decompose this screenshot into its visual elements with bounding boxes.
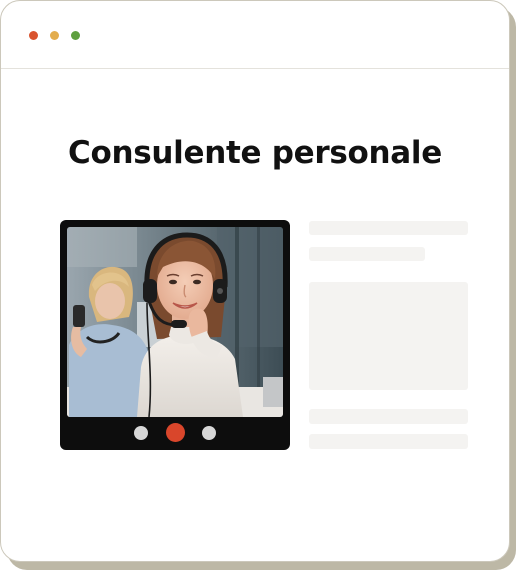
camera-toggle-button[interactable] [134,426,148,440]
text-placeholder-line [309,409,468,424]
maximize-window-button[interactable] [71,31,80,40]
stage: Consulente personale [0,0,516,570]
content-placeholder-block [309,282,468,390]
text-placeholder-line [309,221,468,235]
window-titlebar [1,1,509,69]
browser-window: Consulente personale [0,0,510,562]
call-controls-bar [60,417,290,450]
minimize-window-button[interactable] [50,31,59,40]
end-call-button[interactable] [166,423,185,442]
video-call-panel [60,220,290,450]
page-title: Consulente personale [68,135,442,171]
text-placeholder-line-short [309,247,425,261]
text-placeholder-line [309,434,468,449]
mic-toggle-button[interactable] [202,426,216,440]
close-window-button[interactable] [29,31,38,40]
video-feed-image [67,227,283,417]
